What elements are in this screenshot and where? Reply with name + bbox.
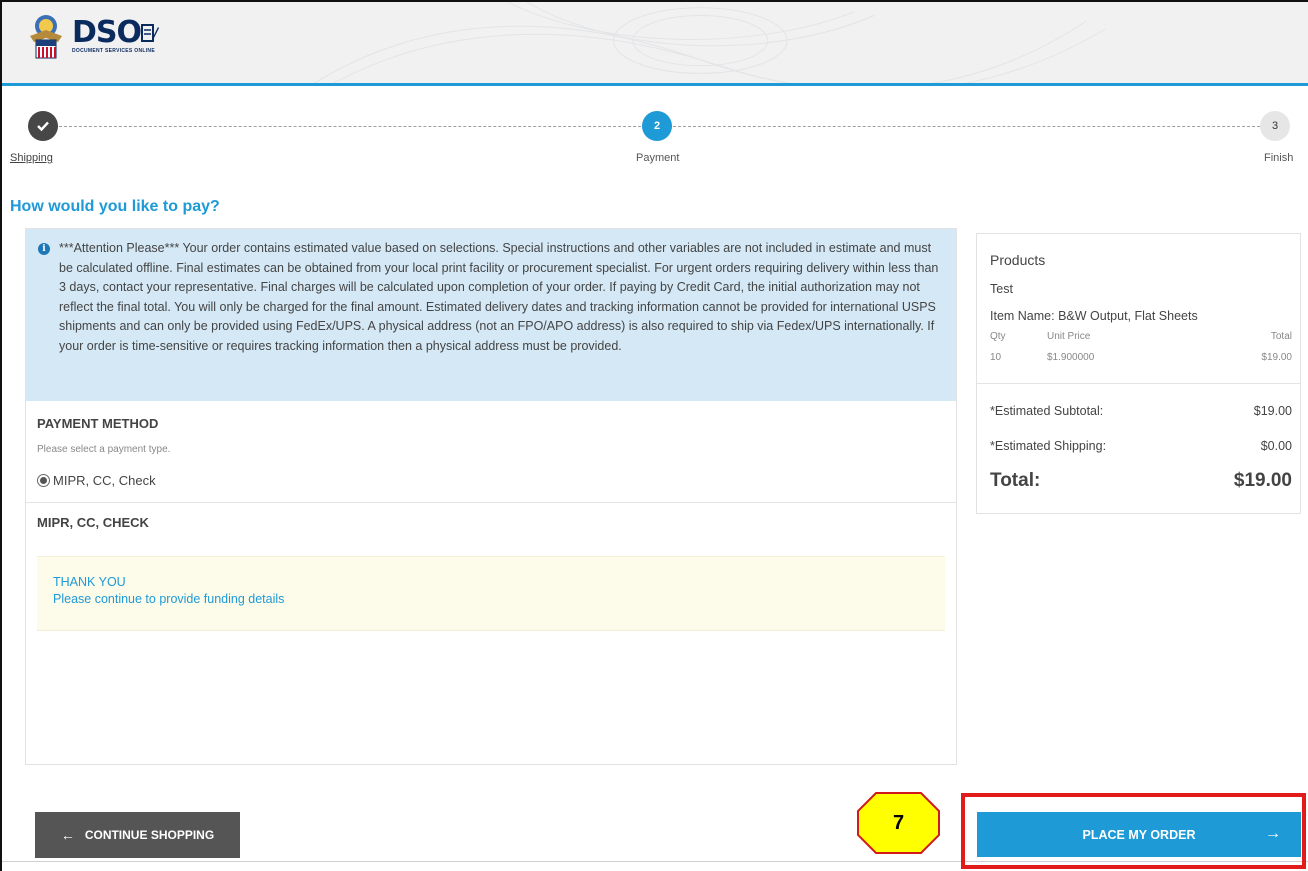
total-label: Total: bbox=[990, 470, 1041, 491]
continue-shopping-button[interactable]: ← CONTINUE SHOPPING bbox=[35, 812, 240, 858]
place-order-label: PLACE MY ORDER bbox=[1082, 827, 1196, 842]
header-background-pattern bbox=[314, 2, 1106, 83]
order-summary: Products Test Item Name: B&W Output, Fla… bbox=[976, 233, 1301, 514]
shipping-row: *Estimated Shipping: $0.00 bbox=[990, 439, 1292, 453]
payment-radio[interactable] bbox=[37, 474, 50, 487]
total-row: Total: $19.00 bbox=[990, 470, 1292, 492]
arrow-right-icon: → bbox=[1265, 825, 1281, 842]
item-name: Item Name: B&W Output, Flat Sheets bbox=[990, 309, 1198, 323]
total-header: Total bbox=[1270, 331, 1292, 342]
callout-number: 7 bbox=[892, 811, 905, 834]
dso-logo[interactable]: DSO DOCUMENT SERVICES ONLINE bbox=[26, 12, 160, 60]
checkout-progress: 2 3 Shipping Payment Finish bbox=[2, 89, 1308, 187]
subtotal-value: $19.00 bbox=[1253, 404, 1292, 418]
radio-selected-dot bbox=[40, 477, 47, 484]
payment-panel: i ***Attention Please*** Your order cont… bbox=[25, 228, 957, 765]
products-heading: Products bbox=[990, 252, 1046, 268]
dla-seal-icon bbox=[30, 15, 62, 59]
continue-shopping-label: CONTINUE SHOPPING bbox=[84, 828, 215, 842]
step-payment-label: Payment bbox=[636, 152, 680, 164]
page-title: How would you like to pay? bbox=[10, 198, 220, 215]
step-shipping-circle[interactable] bbox=[28, 111, 58, 141]
checkmark-icon bbox=[37, 121, 49, 132]
step-finish-circle: 3 bbox=[1260, 111, 1290, 141]
logo-subtitle: DOCUMENT SERVICES ONLINE bbox=[72, 47, 155, 54]
document-pen-icon bbox=[141, 23, 160, 42]
step-shipping-link[interactable]: Shipping bbox=[10, 152, 53, 164]
mipr-section-heading: MIPR, CC, CHECK bbox=[37, 515, 149, 530]
payment-option-label: MIPR, CC, Check bbox=[53, 473, 156, 488]
product-name: Test bbox=[990, 282, 1013, 296]
payment-method-heading: PAYMENT METHOD bbox=[37, 416, 159, 431]
qty-header: Qty bbox=[990, 331, 1006, 342]
thank-you-box: THANK YOU Please continue to provide fun… bbox=[37, 556, 945, 631]
unit-price-value: $1.900000 bbox=[1047, 352, 1095, 363]
logo-wordmark: DSO bbox=[72, 14, 142, 50]
thank-you-message: Please continue to provide funding detai… bbox=[53, 592, 285, 606]
info-icon: i bbox=[38, 243, 50, 255]
arrow-left-icon: ← bbox=[60, 827, 75, 843]
unit-price-header: Unit Price bbox=[1047, 331, 1091, 342]
payment-option-mipr[interactable]: MIPR, CC, Check bbox=[37, 473, 156, 488]
section-divider bbox=[26, 502, 956, 503]
total-value: $19.00 bbox=[1233, 470, 1292, 491]
thank-you-title: THANK YOU bbox=[53, 575, 126, 589]
qty-value: 10 bbox=[990, 352, 1002, 363]
notice-text: ***Attention Please*** Your order contai… bbox=[59, 241, 939, 353]
attention-notice: i ***Attention Please*** Your order cont… bbox=[26, 229, 956, 401]
subtotal-row: *Estimated Subtotal: $19.00 bbox=[990, 404, 1292, 418]
shipping-value: $0.00 bbox=[1260, 439, 1292, 453]
line-total-value: $19.00 bbox=[1261, 352, 1292, 363]
step-payment-circle: 2 bbox=[642, 111, 672, 141]
site-header: DSO DOCUMENT SERVICES ONLINE bbox=[2, 2, 1308, 86]
summary-divider bbox=[977, 383, 1300, 384]
step-finish-label: Finish bbox=[1264, 152, 1294, 164]
subtotal-label: *Estimated Subtotal: bbox=[990, 404, 1104, 418]
payment-method-subtitle: Please select a payment type. bbox=[37, 444, 171, 455]
place-order-button[interactable]: PLACE MY ORDER → bbox=[977, 812, 1301, 857]
shipping-label: *Estimated Shipping: bbox=[990, 439, 1107, 453]
